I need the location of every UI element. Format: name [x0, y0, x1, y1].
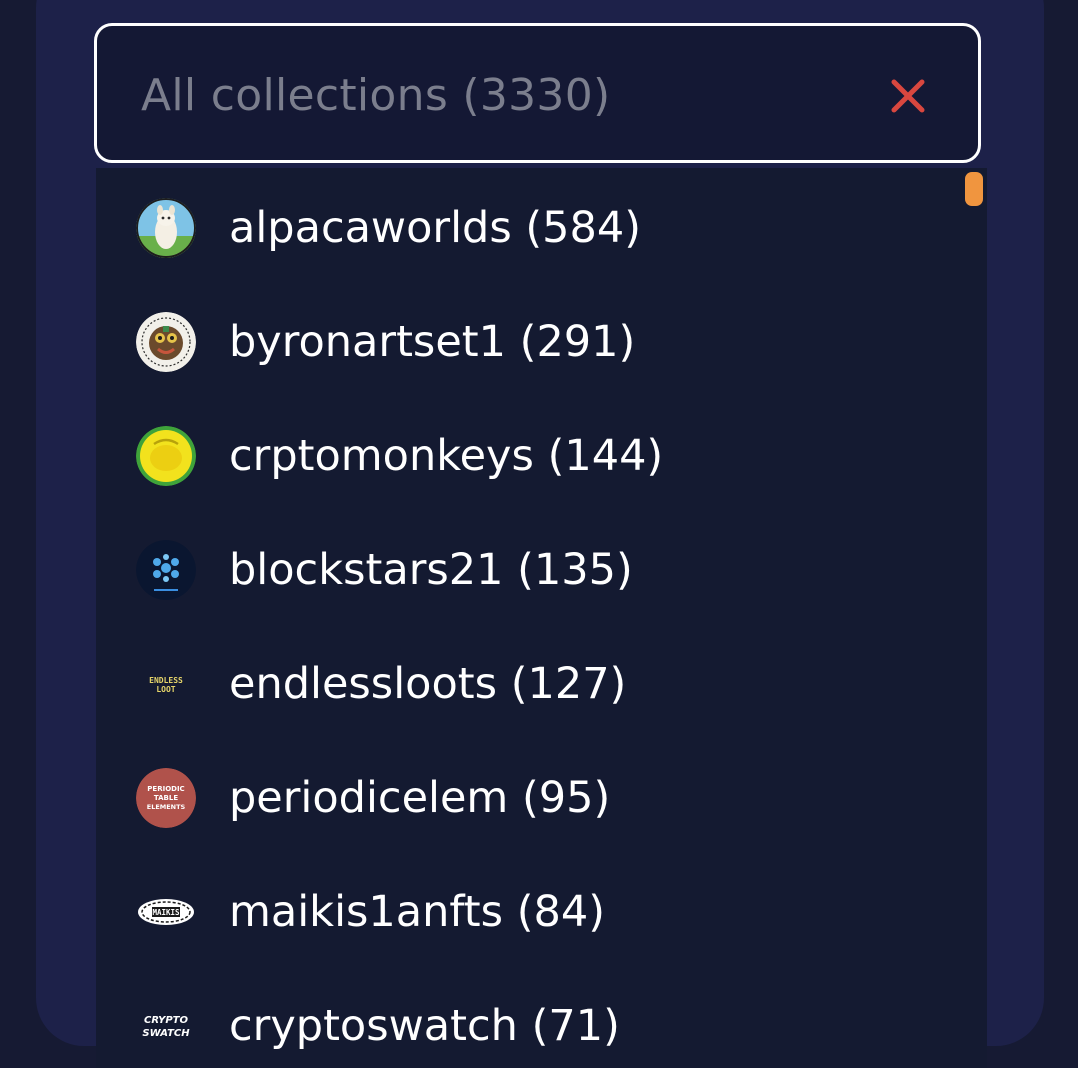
svg-text:ELEMENTS: ELEMENTS — [147, 803, 186, 811]
collection-select[interactable]: All collections (3330) — [94, 23, 981, 163]
list-item-blockstars21[interactable]: blockstars21 (135) — [96, 513, 956, 627]
list-item-label: crptomonkeys (144) — [229, 431, 664, 481]
list-item-label: blockstars21 (135) — [229, 545, 633, 595]
scrollbar-thumb[interactable] — [965, 172, 983, 206]
list-item-label: byronartset1 (291) — [229, 317, 636, 367]
cryptoswatch-logo-icon: CRYPTO SWATCH — [136, 996, 196, 1056]
list-item-label: maikis1anfts (84) — [229, 887, 605, 937]
list-item-alpacaworlds[interactable]: alpacaworlds (584) — [96, 171, 956, 285]
list-item-periodicelem[interactable]: PERIODIC TABLE ELEMENTS periodicelem (95… — [96, 741, 956, 855]
svg-text:CRYPTO: CRYPTO — [144, 1015, 189, 1026]
list-item-crptomonkeys[interactable]: crptomonkeys (144) — [96, 399, 956, 513]
svg-text:TABLE: TABLE — [154, 794, 178, 802]
collection-select-placeholder: All collections (3330) — [141, 70, 611, 121]
svg-text:SWATCH: SWATCH — [142, 1028, 190, 1039]
close-icon[interactable] — [888, 76, 928, 116]
collection-dropdown-list[interactable]: alpacaworlds (584) byronartset1 (291) cr… — [96, 168, 987, 1068]
endlessloots-logo-icon: ENDLESS LOOT — [136, 654, 196, 714]
alpaca-logo-icon — [136, 198, 196, 258]
svg-text:ENDLESS: ENDLESS — [149, 676, 183, 685]
monkey-logo-icon — [136, 426, 196, 486]
maikis-logo-icon: MAIKIS — [136, 882, 196, 942]
list-item-byronartset1[interactable]: byronartset1 (291) — [96, 285, 956, 399]
list-item-maikis1anfts[interactable]: MAIKIS maikis1anfts (84) — [96, 855, 956, 969]
list-item-label: endlessloots (127) — [229, 659, 627, 709]
byronart-logo-icon — [136, 312, 196, 372]
svg-text:MAIKIS: MAIKIS — [152, 908, 180, 917]
list-item-endlessloots[interactable]: ENDLESS LOOT endlessloots (127) — [96, 627, 956, 741]
blockstars-logo-icon — [136, 540, 196, 600]
list-item-label: periodicelem (95) — [229, 773, 611, 823]
page: All collections (3330) alpacaworlds (584… — [0, 0, 1078, 1068]
svg-text:PERIODIC: PERIODIC — [147, 785, 184, 793]
periodic-table-logo-icon: PERIODIC TABLE ELEMENTS — [136, 768, 196, 828]
list-item-label: cryptoswatch (71) — [229, 1001, 620, 1051]
svg-text:LOOT: LOOT — [156, 685, 175, 694]
list-item-label: alpacaworlds (584) — [229, 203, 642, 253]
list-item-cryptoswatch[interactable]: CRYPTO SWATCH cryptoswatch (71) — [96, 969, 956, 1068]
